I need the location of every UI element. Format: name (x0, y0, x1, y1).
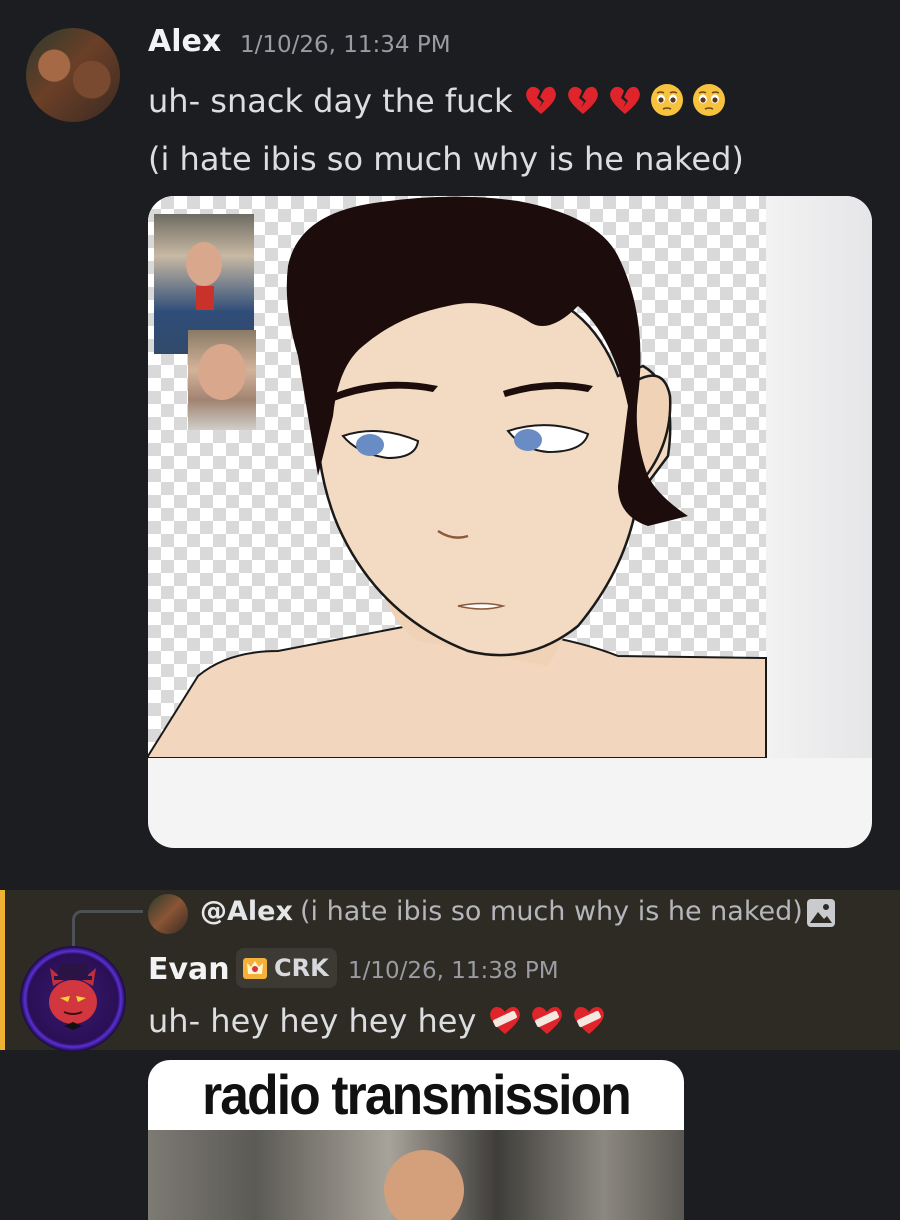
message-text: uh- hey hey hey hey (148, 1002, 477, 1040)
avatar[interactable] (20, 946, 126, 1052)
reply-mention[interactable]: @Alex (200, 896, 293, 927)
avatar-art (49, 964, 97, 1030)
mending-heart-icon (531, 1006, 562, 1034)
pleading-face-icon (650, 84, 683, 116)
mending-heart-icon (573, 1006, 604, 1034)
reply-connector (72, 910, 143, 949)
character-drawing (148, 196, 767, 758)
avatar[interactable] (26, 28, 120, 122)
mending-heart-icon (489, 1006, 520, 1034)
username[interactable]: Evan (148, 952, 230, 987)
crown-shield-icon (243, 958, 267, 979)
message-evan[interactable]: @Alex (i hate ibis so much why is he nak… (0, 890, 900, 1052)
mention-highlight-bar (0, 890, 5, 1050)
timestamp: 1/10/26, 11:38 PM (348, 958, 559, 984)
broken-heart-icon (567, 86, 598, 114)
username[interactable]: Alex (148, 24, 221, 59)
emoji-group (523, 82, 733, 120)
message-text-line-1: uh- snack day the fuck (148, 82, 733, 120)
reply-snippet[interactable]: (i hate ibis so much why is he naked) (300, 896, 803, 927)
message-text: uh- snack day the fuck (148, 82, 513, 120)
emoji-group (487, 1002, 613, 1040)
timestamp: 1/10/26, 11:34 PM (240, 32, 451, 58)
image-attachment[interactable] (148, 196, 872, 848)
broken-heart-icon (609, 86, 640, 114)
inset-photo (188, 330, 256, 430)
broken-heart-icon (525, 86, 556, 114)
meme-face (384, 1150, 464, 1220)
message-text-line-1: uh- hey hey hey hey (148, 1002, 613, 1040)
image-attachment[interactable]: radio transmission (148, 1060, 684, 1220)
reply-avatar[interactable] (148, 894, 188, 934)
meme-title: radio transmission (202, 1063, 632, 1126)
pleading-face-icon (692, 84, 725, 116)
message-text-line-2: (i hate ibis so much why is he naked) (148, 140, 744, 178)
message-alex[interactable]: Alex 1/10/26, 11:34 PM uh- snack day the… (0, 0, 900, 880)
server-tag-label: CRK (274, 954, 329, 982)
server-tag[interactable]: CRK (236, 948, 337, 988)
image-icon (807, 899, 835, 927)
